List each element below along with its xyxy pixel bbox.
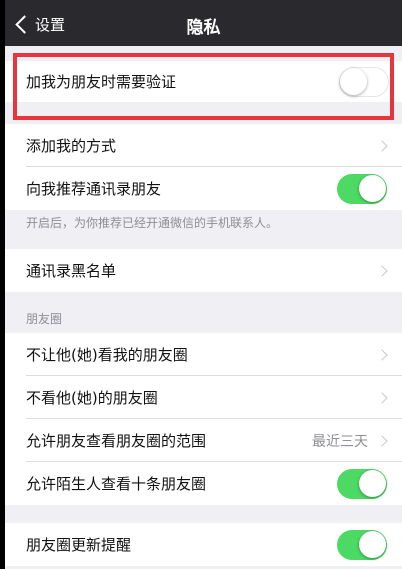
highlight-frame xyxy=(13,53,394,120)
row-label: 允许陌生人查看十条朋友圈 xyxy=(26,475,207,493)
chevron-right-icon xyxy=(376,348,388,361)
row-stranger-view[interactable]: 允许陌生人查看十条朋友圈 xyxy=(5,462,402,505)
update-reminder-toggle[interactable] xyxy=(337,529,387,560)
recommend-footnote: 开启后，为你推荐已经开通微信的手机联系人。 xyxy=(26,216,279,230)
toggle-knob xyxy=(359,469,386,497)
row-block-view-mine[interactable]: 不让他(她)看我的朋友圈 xyxy=(5,333,402,376)
recommend-toggle[interactable] xyxy=(337,173,387,204)
privacy-screen: 设置 隐私 加我为朋友时需要验证 添加我的方式 向我推荐通讯录朋友 开启后，为你… xyxy=(5,0,402,569)
row-blacklist[interactable]: 通讯录黑名单 xyxy=(5,249,402,292)
toggle-knob xyxy=(359,530,386,558)
chevron-right-icon xyxy=(376,264,388,277)
visible-range-value: 最近三天 xyxy=(312,433,368,450)
row-label: 通讯录黑名单 xyxy=(26,262,117,280)
page-title: 隐私 xyxy=(186,18,221,38)
row-label: 不让他(她)看我的朋友圈 xyxy=(26,346,188,364)
chevron-right-icon xyxy=(376,391,388,404)
row-update-reminder[interactable]: 朋友圈更新提醒 xyxy=(5,523,402,566)
navigation-bar: 设置 隐私 xyxy=(5,0,402,46)
chevron-right-icon xyxy=(376,139,388,152)
stranger-view-toggle[interactable] xyxy=(337,468,387,499)
row-recommend-contacts[interactable]: 向我推荐通讯录朋友 xyxy=(5,167,402,210)
row-label: 朋友圈更新提醒 xyxy=(26,536,132,554)
toggle-knob xyxy=(359,174,386,202)
row-hide-theirs[interactable]: 不看他(她)的朋友圈 xyxy=(5,376,402,419)
row-label: 添加我的方式 xyxy=(26,137,117,155)
row-add-method[interactable]: 添加我的方式 xyxy=(5,124,402,167)
row-visible-range[interactable]: 允许朋友查看朋友圈的范围 最近三天 xyxy=(5,419,402,462)
section-header-moments: 朋友圈 xyxy=(26,312,63,326)
row-label: 向我推荐通讯录朋友 xyxy=(26,180,162,198)
chevron-right-icon xyxy=(376,434,388,447)
row-label: 允许朋友查看朋友圈的范围 xyxy=(26,432,207,450)
row-label: 不看他(她)的朋友圈 xyxy=(26,389,158,407)
